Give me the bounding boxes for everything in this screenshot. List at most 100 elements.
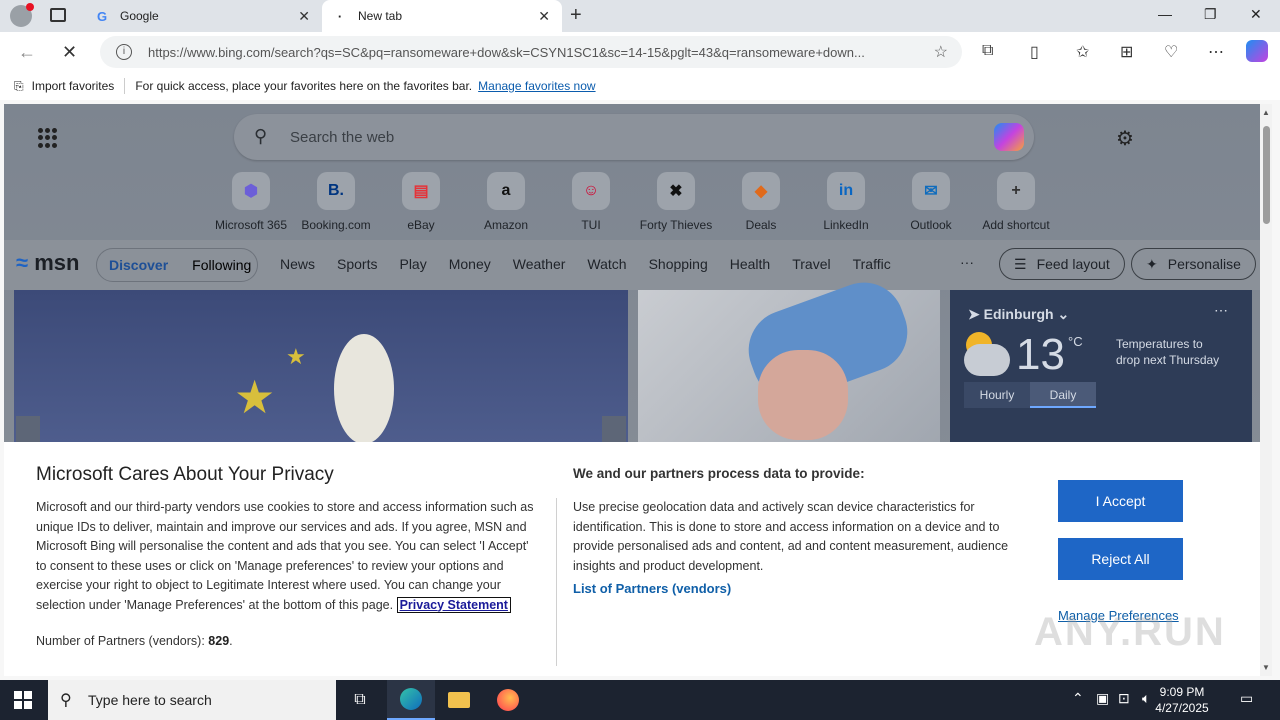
back-button[interactable]: ← (18, 42, 36, 63)
address-bar[interactable]: i https://www.bing.com/search?qs=SC&pq=r… (100, 36, 962, 68)
taskbar-search-input[interactable]: ⚲ Type here to search (48, 680, 336, 720)
edge-taskbar-icon[interactable] (387, 680, 435, 720)
favorites-bar: ⎘ Import favorites For quick access, pla… (0, 72, 1280, 100)
favorites-message: For quick access, place your favorites h… (135, 79, 473, 93)
feed-toggle: Discover Following (96, 248, 258, 282)
shortcuts-row: ⬢ Microsoft 365 B. Booking.com ▤ eBay a Amazon ☺… (4, 172, 1260, 236)
hero-news-card[interactable]: ★ ★ (14, 290, 628, 452)
tab-google[interactable]: G Google ✕ (84, 0, 322, 32)
shortcut-add-shortcut[interactable]: + Add shortcut (973, 172, 1059, 232)
shortcut-deals[interactable]: ◆ Deals (718, 172, 804, 232)
close-window-button[interactable]: ✕ (1250, 6, 1262, 23)
nav-news[interactable]: News (280, 256, 315, 272)
restore-button[interactable]: ❐ (1204, 6, 1217, 23)
extensions-icon[interactable]: ⧉ (982, 42, 993, 60)
split-screen-icon[interactable]: ▯ (1030, 42, 1039, 62)
nav-play[interactable]: Play (399, 256, 426, 272)
shortcut-amazon[interactable]: a Amazon (463, 172, 549, 232)
tab-following[interactable]: Following (180, 257, 263, 273)
file-explorer-icon[interactable] (435, 680, 483, 720)
shortcut-label: LinkedIn (823, 218, 869, 232)
import-favorites-button[interactable]: ⎘ Import favorites (14, 79, 114, 94)
taskbar-search-placeholder: Type here to search (88, 692, 212, 708)
settings-gear-icon[interactable]: ⚙ (1116, 126, 1134, 151)
news-card[interactable] (638, 271, 940, 450)
tab-actions-icon[interactable] (50, 8, 66, 22)
more-nav-icon[interactable]: ··· (960, 254, 974, 270)
windows-start-icon[interactable] (14, 691, 32, 709)
shortcut-microsoft-365[interactable]: ⬢ Microsoft 365 (208, 172, 294, 232)
tui-icon: ☺ (572, 172, 610, 210)
app-launcher-icon[interactable] (38, 128, 58, 148)
close-tab-icon[interactable]: ✕ (538, 8, 550, 25)
favorites-icon[interactable]: ✩ (1076, 42, 1089, 62)
new-tab-button[interactable]: + (570, 4, 582, 27)
copilot-icon[interactable] (1246, 40, 1268, 62)
notifications-icon[interactable]: ▭ (1240, 690, 1253, 707)
search-icon: ⚲ (254, 126, 268, 146)
nav-sports[interactable]: Sports (337, 256, 377, 272)
firefox-icon[interactable] (484, 680, 532, 720)
web-search-input[interactable]: ⚲ Search the web (234, 114, 1034, 160)
tab-new-tab[interactable]: · New tab ✕ (322, 0, 562, 32)
star-image: ★ (286, 344, 306, 369)
msn-nav: News Sports Play Money Weather Watch Shopping H… (280, 256, 913, 272)
nav-health[interactable]: Health (730, 256, 770, 272)
shortcut-outlook[interactable]: ✉ Outlook (888, 172, 974, 232)
scroll-up-icon[interactable]: ▲ (1262, 108, 1270, 117)
site-info-icon[interactable]: i (116, 44, 132, 60)
device-icon[interactable]: ▣ (1096, 690, 1109, 707)
profile-avatar[interactable] (10, 3, 34, 27)
browser-essentials-icon[interactable]: ♡ (1164, 42, 1178, 62)
nav-shopping[interactable]: Shopping (649, 256, 708, 272)
reject-all-button[interactable]: Reject All (1058, 538, 1183, 580)
tab-daily[interactable]: Daily (1030, 382, 1096, 408)
copilot-icon[interactable] (994, 123, 1024, 151)
scrollbar-thumb[interactable] (1263, 126, 1270, 224)
nav-weather[interactable]: Weather (513, 256, 566, 272)
feed-layout-button[interactable]: ☰ Feed layout (999, 248, 1125, 280)
page-scrollbar[interactable]: ▲ ▼ (1260, 104, 1272, 676)
tab-hourly[interactable]: Hourly (964, 388, 1030, 402)
msn-logo[interactable]: ≈ msn (16, 250, 79, 276)
clock-date: 4/27/2025 (1155, 701, 1209, 715)
shortcut-label: TUI (581, 218, 601, 232)
manage-favorites-link[interactable]: Manage favorites now (478, 79, 595, 93)
personalise-button[interactable]: ✦ Personalise (1131, 248, 1256, 280)
nav-watch[interactable]: Watch (587, 256, 626, 272)
favorite-star-icon[interactable]: ☆ (934, 42, 948, 62)
weather-card[interactable]: ➤ Edinburgh ⌄ ⋯ 13 °C Temperatures to dr… (950, 290, 1252, 450)
stop-loading-button[interactable]: ✕ (62, 42, 77, 63)
import-label: Import favorites (31, 79, 115, 93)
accept-button[interactable]: I Accept (1058, 480, 1183, 522)
show-hidden-icons[interactable]: ⌃ (1072, 690, 1084, 707)
weather-location[interactable]: ➤ Edinburgh ⌄ (968, 306, 1069, 323)
close-tab-icon[interactable]: ✕ (298, 8, 310, 25)
network-icon[interactable]: ⊡ (1118, 690, 1130, 707)
weather-note[interactable]: Temperatures to drop next Thursday (1116, 336, 1226, 368)
nav-money[interactable]: Money (449, 256, 491, 272)
weather-more-icon[interactable]: ⋯ (1214, 302, 1228, 319)
nav-traffic[interactable]: Traffic (853, 256, 891, 272)
nav-travel[interactable]: Travel (792, 256, 830, 272)
shortcut-tui[interactable]: ☺ TUI (548, 172, 634, 232)
shortcut-label: Amazon (483, 218, 529, 232)
scroll-down-icon[interactable]: ▼ (1262, 663, 1270, 672)
shortcut-label: Booking.com (301, 218, 371, 232)
privacy-statement-link[interactable]: Privacy Statement (396, 596, 511, 613)
taskbar: ⚲ Type here to search ⧉ ⌃ ▣ ⊡ 🔈︎ 9:09 PM… (0, 680, 1280, 720)
search-placeholder: Search the web (290, 128, 395, 146)
shortcut-linkedin[interactable]: in LinkedIn (803, 172, 889, 232)
partners-list-link[interactable]: List of Partners (vendors) (573, 581, 731, 596)
task-view-icon[interactable]: ⧉ (336, 680, 384, 720)
minimize-button[interactable]: — (1158, 6, 1172, 22)
shortcut-booking-com[interactable]: B. Booking.com (293, 172, 379, 232)
linkedin-icon: in (827, 172, 865, 210)
more-menu-icon[interactable]: ⋯ (1208, 42, 1224, 62)
tab-discover[interactable]: Discover (97, 257, 180, 273)
shortcut-ebay[interactable]: ▤ eBay (378, 172, 464, 232)
sliders-icon: ☰ (1014, 255, 1027, 272)
collections-icon[interactable]: ⊞ (1120, 42, 1133, 62)
shortcut-forty-thieves[interactable]: ✖ Forty Thieves (633, 172, 719, 232)
clock[interactable]: 9:09 PM 4/27/2025 (1140, 684, 1224, 716)
